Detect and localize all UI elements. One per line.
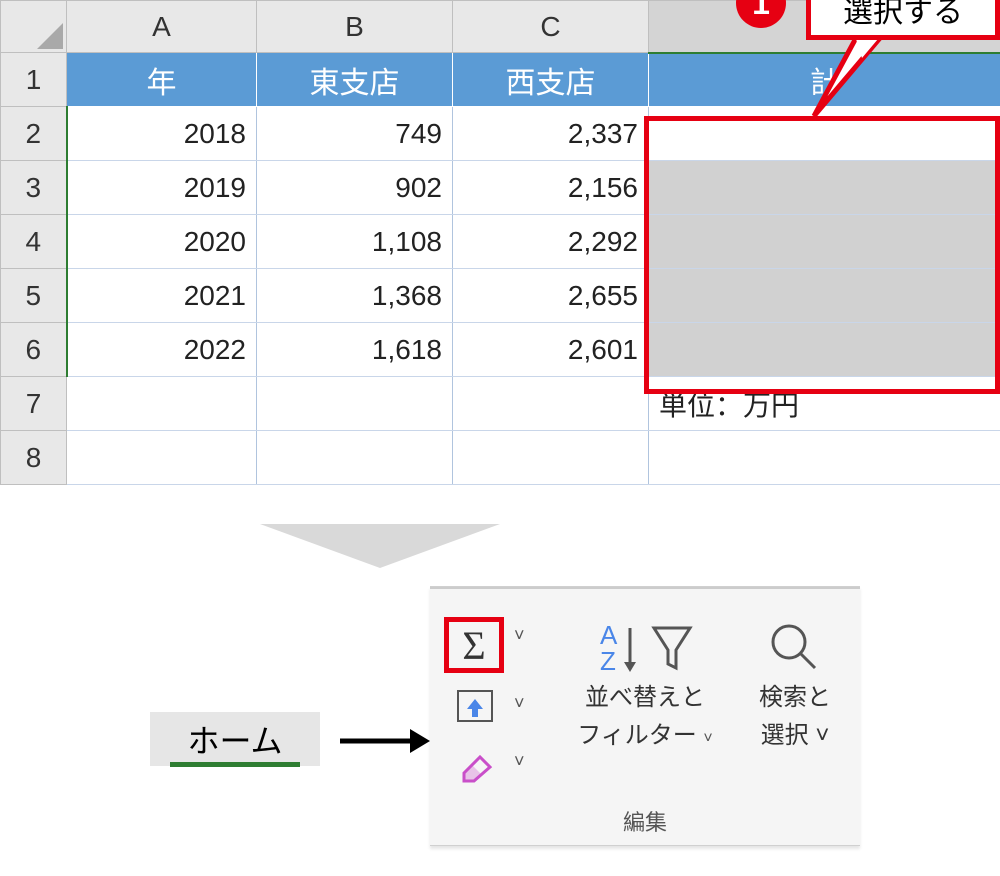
cell-b4[interactable]: 1,108 bbox=[257, 215, 453, 269]
down-arrow-icon bbox=[260, 524, 500, 568]
cell-c8[interactable] bbox=[453, 431, 649, 485]
cell-a6[interactable]: 2022 bbox=[67, 323, 257, 377]
cell-a7[interactable] bbox=[67, 377, 257, 431]
cell-b8[interactable] bbox=[257, 431, 453, 485]
callout-box: 選択する bbox=[806, 0, 1000, 40]
cell-c4[interactable]: 2,292 bbox=[453, 215, 649, 269]
col-header-b[interactable]: B bbox=[257, 1, 453, 53]
cell-c7[interactable] bbox=[453, 377, 649, 431]
cell-b1[interactable]: 東支店 bbox=[257, 53, 453, 107]
sigma-icon: Σ bbox=[462, 622, 485, 669]
cell-b6[interactable]: 1,618 bbox=[257, 323, 453, 377]
cell-c2[interactable]: 2,337 bbox=[453, 107, 649, 161]
clear-dropdown[interactable]: ˅ bbox=[514, 751, 525, 772]
cell-c5[interactable]: 2,655 bbox=[453, 269, 649, 323]
fill-icon bbox=[454, 689, 496, 725]
autosum-dropdown[interactable]: ˅ bbox=[514, 625, 525, 646]
row-header-5[interactable]: 5 bbox=[1, 269, 67, 323]
row-header-2[interactable]: 2 bbox=[1, 107, 67, 161]
cell-d6[interactable] bbox=[649, 323, 1000, 377]
editing-group-panel: Σ ˅ ˅ ˅ A Z bbox=[430, 586, 860, 846]
home-tab-underline bbox=[170, 762, 300, 767]
cell-c1[interactable]: 西支店 bbox=[453, 53, 649, 107]
cell-d8[interactable] bbox=[649, 431, 1000, 485]
cell-b5[interactable]: 1,368 bbox=[257, 269, 453, 323]
cell-a1[interactable]: 年 bbox=[67, 53, 257, 107]
row-header-8[interactable]: 8 bbox=[1, 431, 67, 485]
row-header-1[interactable]: 1 bbox=[1, 53, 67, 107]
cell-d3[interactable] bbox=[649, 161, 1000, 215]
row-header-6[interactable]: 6 bbox=[1, 323, 67, 377]
row-header-4[interactable]: 4 bbox=[1, 215, 67, 269]
clear-button[interactable] bbox=[452, 745, 498, 785]
select-all-corner[interactable] bbox=[1, 1, 67, 53]
sort-filter-label-1: 並べ替えと bbox=[560, 681, 730, 715]
cell-d7[interactable]: 単位：万円 bbox=[649, 377, 1000, 431]
chevron-down-icon: ˅ bbox=[703, 730, 712, 747]
home-tab[interactable]: ホーム bbox=[150, 712, 320, 766]
cell-b7[interactable] bbox=[257, 377, 453, 431]
svg-text:Z: Z bbox=[600, 646, 616, 676]
row-header-3[interactable]: 3 bbox=[1, 161, 67, 215]
eraser-icon bbox=[454, 747, 496, 783]
spreadsheet: A B C D 1 年 東支店 西支店 計 2 2018 749 2,337 3… bbox=[0, 0, 1000, 485]
arrow-icon bbox=[340, 726, 430, 756]
cell-c3[interactable]: 2,156 bbox=[453, 161, 649, 215]
ribbon-group-label: 編集 bbox=[430, 805, 860, 837]
col-header-c[interactable]: C bbox=[453, 1, 649, 53]
cell-d4[interactable] bbox=[649, 215, 1000, 269]
callout-text: 選択する bbox=[843, 0, 963, 31]
home-tab-label: ホーム bbox=[187, 716, 282, 762]
sort-filter-label-2: フィルター bbox=[577, 722, 697, 749]
cell-b2[interactable]: 749 bbox=[257, 107, 453, 161]
cell-a2[interactable]: 2018 bbox=[67, 107, 257, 161]
cell-b3[interactable]: 902 bbox=[257, 161, 453, 215]
sort-filter-button[interactable]: A Z 並べ替えと フィルター ˅ bbox=[560, 615, 730, 750]
sort-filter-icon: A Z bbox=[560, 615, 730, 681]
cell-a8[interactable] bbox=[67, 431, 257, 485]
cell-a5[interactable]: 2021 bbox=[67, 269, 257, 323]
search-icon bbox=[740, 615, 850, 681]
cell-d5[interactable] bbox=[649, 269, 1000, 323]
fill-dropdown[interactable]: ˅ bbox=[514, 693, 525, 714]
col-header-a[interactable]: A bbox=[67, 1, 257, 53]
row-header-7[interactable]: 7 bbox=[1, 377, 67, 431]
find-select-button[interactable]: 検索と 選択 ˅ bbox=[740, 615, 850, 750]
cell-c6[interactable]: 2,601 bbox=[453, 323, 649, 377]
find-select-label-1: 検索と bbox=[740, 681, 850, 715]
ribbon-area: ホーム Σ ˅ ˅ ˅ bbox=[150, 576, 870, 856]
cell-a3[interactable]: 2019 bbox=[67, 161, 257, 215]
chevron-down-icon: ˅ bbox=[815, 722, 829, 749]
fill-button[interactable] bbox=[452, 687, 498, 727]
cell-a4[interactable]: 2020 bbox=[67, 215, 257, 269]
find-select-label-2: 選択 bbox=[761, 722, 809, 749]
autosum-button[interactable]: Σ bbox=[444, 617, 504, 673]
